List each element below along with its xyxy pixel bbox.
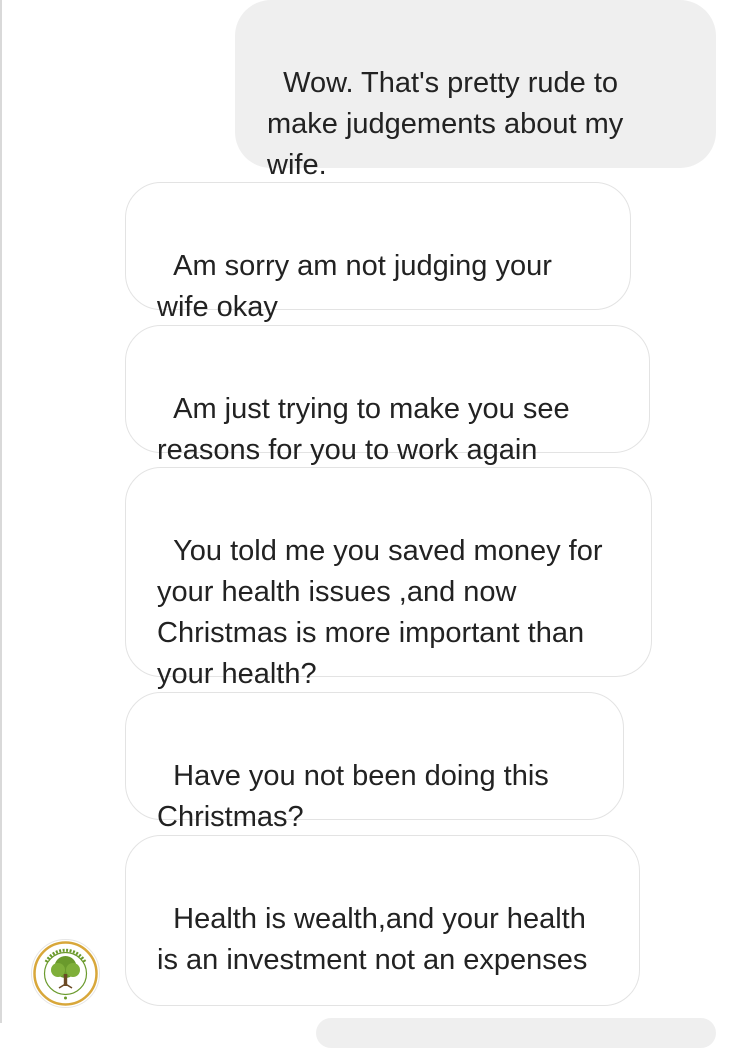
message-text: Wow. That's pretty rude to make judgemen…	[267, 67, 632, 181]
received-message-bubble[interactable]: You told me you saved money for your hea…	[125, 467, 652, 690]
sender-avatar[interactable]	[31, 939, 100, 1008]
received-message-bubble[interactable]: Am just trying to make you see reasons f…	[125, 325, 650, 466]
left-edge-divider	[0, 0, 2, 1023]
message-text: Am sorry am not judging your wife okay	[157, 250, 560, 323]
sent-message-bubble[interactable]: Wow. That's pretty rude to make judgemen…	[235, 0, 716, 181]
message-text: Health is wealth,and your health is an i…	[157, 903, 594, 976]
message-text: Am just trying to make you see reasons f…	[157, 393, 578, 466]
received-message-bubble[interactable]: Have you not been doing this Christmas?	[125, 692, 624, 833]
message-text: Have you not been doing this Christmas?	[157, 760, 557, 833]
received-message-bubble[interactable]: Am sorry am not judging your wife okay	[125, 182, 631, 323]
tree-logo-icon	[33, 941, 98, 1006]
received-message-bubble[interactable]: Health is wealth,and your health is an i…	[125, 835, 640, 1006]
message-text: You told me you saved money for your hea…	[157, 535, 611, 690]
